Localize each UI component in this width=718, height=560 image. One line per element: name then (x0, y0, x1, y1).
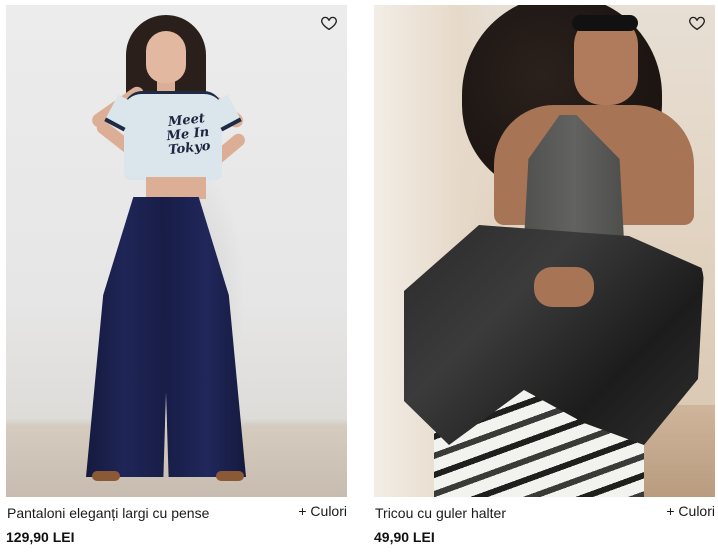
product-name[interactable]: Tricou cu guler halter (375, 505, 506, 521)
product-image[interactable]: Meet Me In Tokyo (6, 5, 347, 497)
product-info: Tricou cu guler halter + Culori 49,90 LE… (374, 497, 715, 553)
more-colors-link[interactable]: + Culori (666, 503, 715, 519)
more-colors-link[interactable]: + Culori (298, 503, 347, 519)
product-image[interactable] (374, 5, 715, 497)
product-grid: Meet Me In Tokyo Pantaloni eleganți larg… (0, 0, 718, 560)
heart-outline-icon (321, 16, 337, 31)
wishlist-button[interactable] (687, 13, 707, 33)
heart-outline-icon (689, 16, 705, 31)
product-name[interactable]: Pantaloni eleganți largi cu pense (7, 505, 209, 521)
product-card[interactable]: Meet Me In Tokyo Pantaloni eleganți larg… (6, 5, 347, 553)
product-card[interactable]: Tricou cu guler halter + Culori 49,90 LE… (374, 5, 715, 553)
wishlist-button[interactable] (319, 13, 339, 33)
tshirt-print-text: Meet Me In Tokyo (165, 111, 212, 159)
product-info: Pantaloni eleganți largi cu pense + Culo… (6, 497, 347, 553)
product-price: 49,90 LEI (374, 529, 435, 545)
product-price: 129,90 LEI (6, 529, 75, 545)
